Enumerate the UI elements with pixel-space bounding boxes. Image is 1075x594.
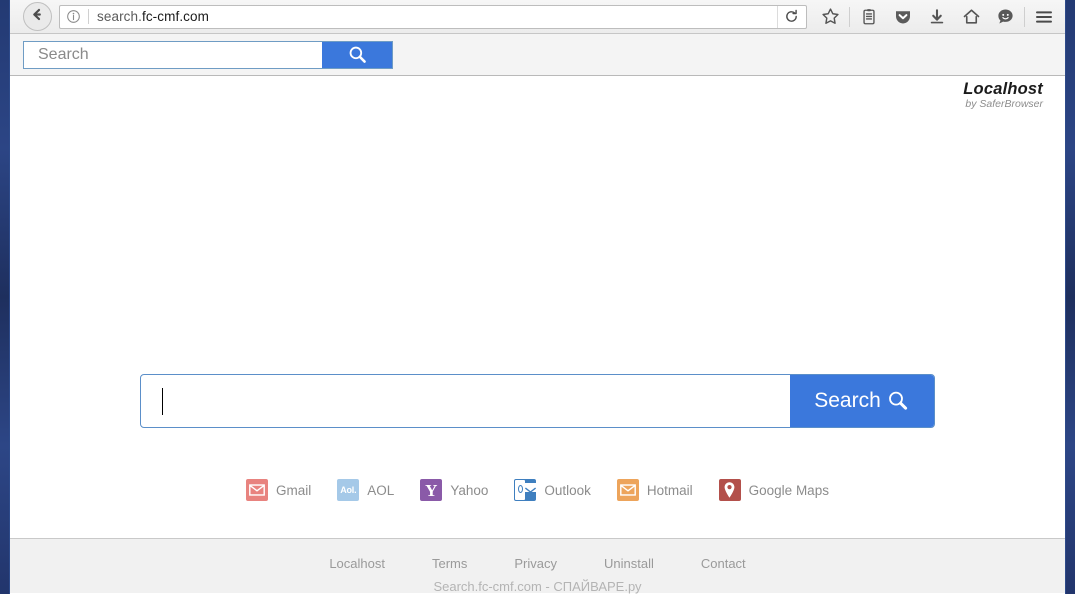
url-prefix: search.: [97, 9, 142, 24]
browser-window: search.fc-cmf.com Search Localhost by Sa…: [9, 0, 1066, 594]
magnifier-icon: [349, 46, 366, 63]
bookmark-star-button[interactable]: [813, 2, 847, 32]
yahoo-icon: Y: [420, 479, 443, 501]
page-info-icon[interactable]: [66, 9, 81, 24]
footer-link-privacy[interactable]: Privacy: [514, 556, 557, 571]
shortcut-hotmail[interactable]: Hotmail: [616, 479, 693, 501]
gmail-icon: [246, 479, 269, 501]
home-icon: [963, 9, 979, 24]
injected-search-toolbar: [10, 34, 1065, 76]
page-footer: Localhost Terms Privacy Uninstall Contac…: [10, 538, 1065, 594]
shortcut-label: AOL: [367, 482, 395, 498]
shortcut-label: Yahoo: [450, 482, 489, 498]
outlook-envelope-flap: [525, 483, 537, 492]
toolbar-separator-2: [1024, 6, 1025, 27]
pocket-button[interactable]: [886, 2, 920, 32]
yahoo-glyph: Y: [425, 480, 438, 500]
page-content: Localhost by SaferBrowser Search Gmail A…: [10, 76, 1065, 594]
shortcut-outlook[interactable]: Outlook: [514, 479, 591, 501]
url-domain: fc-cmf.com: [141, 9, 209, 24]
watermark-text: Search.fc-cmf.com - СПАЙВАРЕ.ру: [433, 579, 642, 594]
aol-glyph: Aol.: [340, 485, 357, 495]
brand-subtitle: by SaferBrowser: [965, 98, 1043, 111]
shortcut-gmail[interactable]: Gmail: [246, 479, 311, 501]
library-button[interactable]: [852, 2, 886, 32]
shortcut-links: Gmail Aol. AOL Y Yahoo Outlook Hotmail G…: [10, 479, 1065, 501]
main-search-input[interactable]: [161, 390, 790, 412]
reload-button[interactable]: [777, 5, 804, 28]
outlook-o-shape: [517, 485, 523, 493]
main-search-box: Search: [140, 374, 935, 428]
shortcut-aol[interactable]: Aol. AOL: [337, 479, 394, 501]
brand-name: Localhost: [963, 80, 1043, 98]
feedback-button[interactable]: [988, 2, 1022, 32]
menu-button[interactable]: [1027, 2, 1061, 32]
home-button[interactable]: [954, 2, 988, 32]
toolbar-separator: [849, 6, 850, 27]
bookmark-star-icon: [821, 8, 839, 24]
footer-link-contact[interactable]: Contact: [701, 556, 746, 571]
footer-link-uninstall[interactable]: Uninstall: [604, 556, 654, 571]
footer-link-localhost[interactable]: Localhost: [329, 556, 385, 571]
toolbar-search-input[interactable]: [24, 41, 322, 68]
footer-link-terms[interactable]: Terms: [432, 556, 467, 571]
hamburger-menu-icon: [1036, 10, 1052, 23]
main-search-button[interactable]: Search: [790, 375, 934, 427]
shortcut-yahoo[interactable]: Y Yahoo: [420, 479, 488, 501]
hotmail-icon: [616, 479, 639, 501]
browser-navigation-bar: search.fc-cmf.com: [10, 0, 1065, 34]
main-search-area: Search: [10, 374, 1065, 428]
shortcut-label: Google Maps: [748, 482, 829, 498]
feedback-smiley-icon: [997, 9, 1013, 24]
downloads-button[interactable]: [920, 2, 954, 32]
back-button[interactable]: [23, 2, 52, 31]
footer-links: Localhost Terms Privacy Uninstall Contac…: [10, 539, 1065, 571]
library-icon: [863, 8, 875, 24]
url-text: search.fc-cmf.com: [97, 9, 777, 24]
url-separator: [88, 9, 89, 24]
google-maps-icon: [718, 479, 741, 501]
magnifier-icon: [888, 391, 907, 410]
reload-icon: [785, 9, 797, 22]
brand-logo: Localhost by SaferBrowser: [963, 80, 1043, 111]
shortcut-label: Hotmail: [646, 482, 693, 498]
downloads-icon: [930, 8, 944, 23]
main-search-button-label: Search: [814, 389, 881, 412]
url-bar[interactable]: search.fc-cmf.com: [59, 4, 807, 29]
shortcut-label: Outlook: [544, 482, 591, 498]
toolbar-search-box: [23, 40, 393, 69]
outlook-icon: [514, 479, 537, 501]
shortcut-google-maps[interactable]: Google Maps: [718, 479, 829, 501]
back-arrow-icon: [30, 7, 45, 27]
toolbar-search-button[interactable]: [322, 41, 392, 68]
pocket-icon: [896, 10, 910, 23]
shortcut-label: Gmail: [276, 482, 312, 498]
main-search-input-wrapper: [141, 375, 790, 427]
text-cursor: [162, 388, 163, 415]
aol-icon: Aol.: [337, 479, 360, 501]
